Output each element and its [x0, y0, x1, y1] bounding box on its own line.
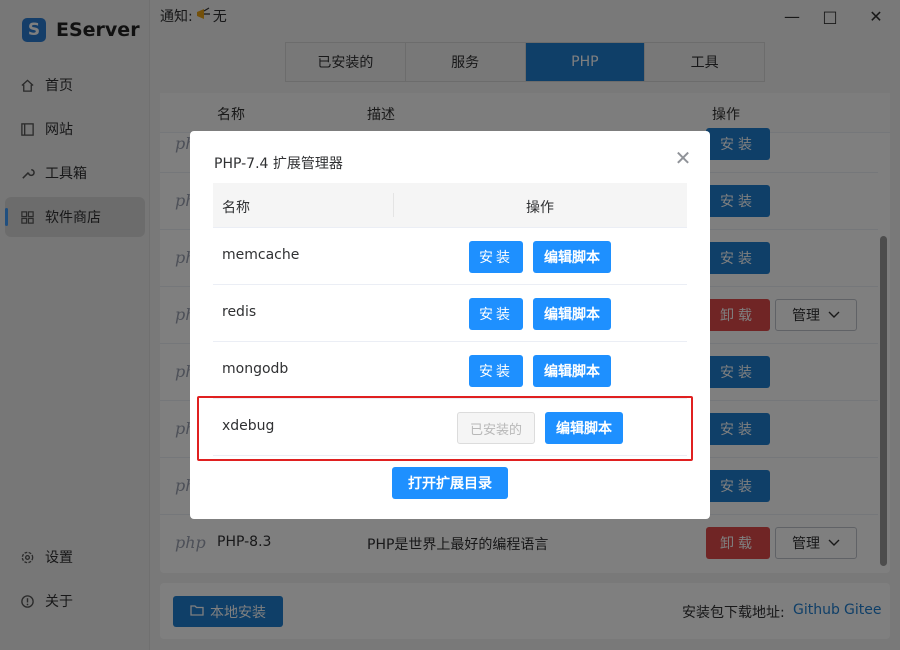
column-header-actions: 操作: [526, 200, 554, 216]
close-icon[interactable]: ✕: [674, 148, 692, 168]
install-extension-button[interactable]: 安装: [469, 355, 523, 387]
extension-name: redis: [222, 304, 257, 320]
column-header-name: 名称: [222, 200, 250, 216]
open-extension-dir-button[interactable]: 打开扩展目录: [392, 467, 508, 499]
extension-row: mongodb 安装 编辑脚本: [213, 342, 687, 399]
edit-script-button[interactable]: 编辑脚本: [533, 298, 611, 330]
highlight-annotation: [197, 396, 693, 461]
install-extension-button[interactable]: 安装: [469, 298, 523, 330]
dialog-title: PHP-7.4 扩展管理器: [214, 156, 343, 172]
extension-row: redis 安装 编辑脚本: [213, 285, 687, 342]
column-divider: [393, 193, 394, 217]
extension-name: memcache: [222, 247, 300, 263]
table-header: 名称 操作: [213, 183, 687, 228]
extension-name: mongodb: [222, 361, 289, 377]
edit-script-button[interactable]: 编辑脚本: [533, 241, 611, 273]
extension-row: memcache 安装 编辑脚本: [213, 228, 687, 285]
install-extension-button[interactable]: 安装: [469, 241, 523, 273]
edit-script-button[interactable]: 编辑脚本: [533, 355, 611, 387]
